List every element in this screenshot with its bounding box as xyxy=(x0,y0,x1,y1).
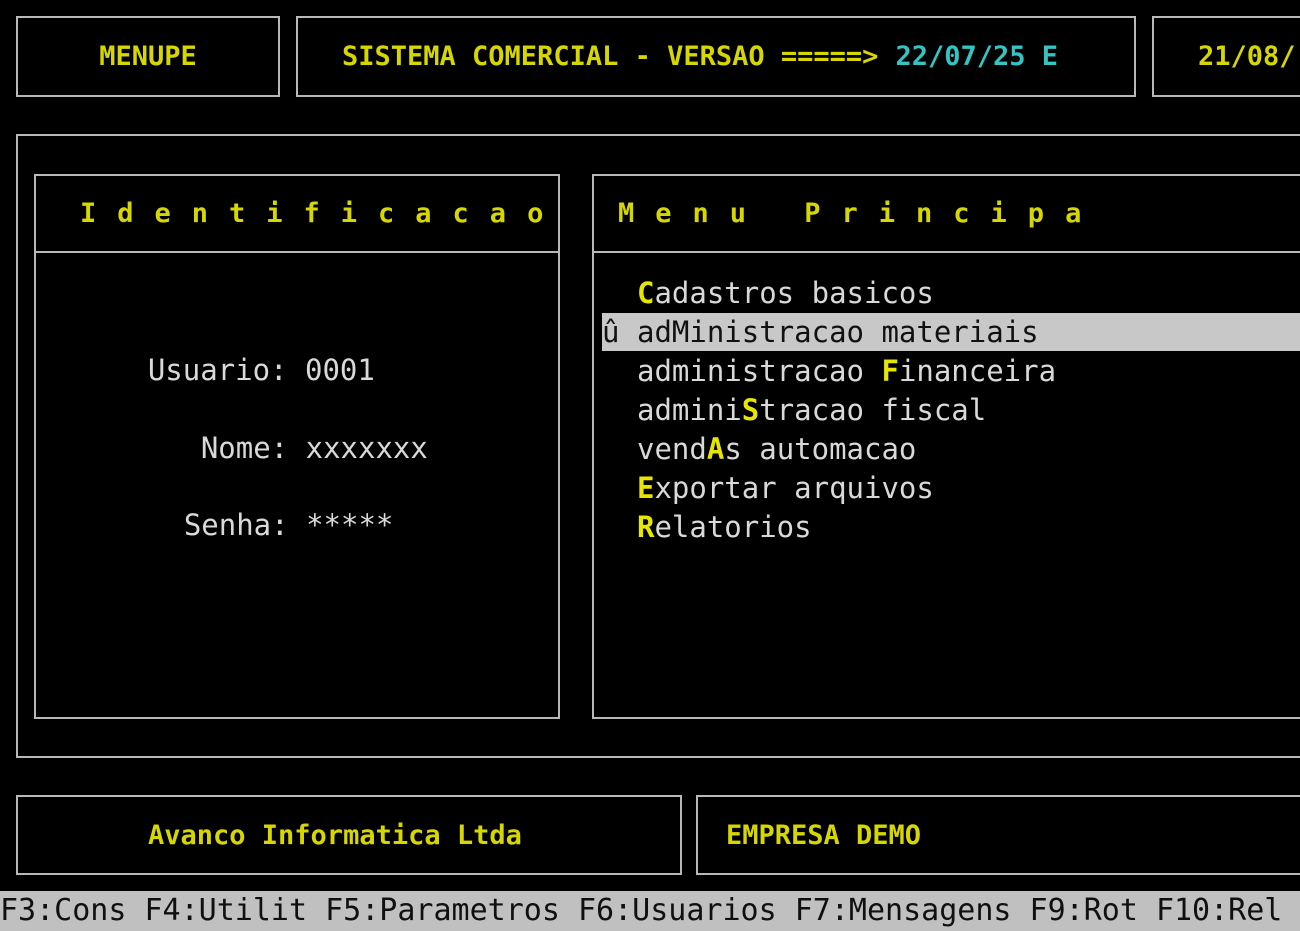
menu-title: Menu Principa xyxy=(618,198,1103,229)
menu-item[interactable]: administracao Financeira xyxy=(602,352,1300,390)
system-title-box: SISTEMA COMERCIAL - VERSAO =====> 22/07/… xyxy=(296,16,1136,97)
menu-item[interactable]: vendAs automacao xyxy=(602,430,1300,468)
menu-title-box: Menu Principa xyxy=(592,174,1300,253)
menu-item-hotkey: S xyxy=(741,393,760,427)
company-box: EMPRESA DEMO xyxy=(696,795,1300,875)
menu-item-text: inistracao materiais xyxy=(689,315,1039,349)
menu-item-hotkey: R xyxy=(637,510,655,544)
menu-item-text: xportar arquivos xyxy=(654,471,934,505)
menu-item[interactable]: Cadastros basicos xyxy=(602,274,1300,312)
menu-item-text: vend xyxy=(637,432,707,466)
program-name-box: MENUPE xyxy=(16,16,280,97)
selection-marker: û xyxy=(602,315,620,349)
menu-item-text: admini xyxy=(637,393,742,427)
menu-item-text: administracao xyxy=(637,354,882,388)
company-name: EMPRESA DEMO xyxy=(726,819,922,851)
menu-item[interactable]: Exportar arquivos xyxy=(602,469,1300,507)
user-value[interactable]: 0001 xyxy=(305,353,375,387)
vendor-name: Avanco Informatica Ltda xyxy=(148,819,522,851)
menu-item-hotkey: E xyxy=(637,471,655,505)
menu-item-hotkey: A xyxy=(706,432,725,466)
name-value[interactable]: xxxxxxx xyxy=(306,431,428,465)
identification-title: Identificacao xyxy=(80,198,565,229)
identification-panel: Usuario: 0001 Nome: xxxxxxx Senha: ***** xyxy=(34,251,560,719)
identification-title-box: Identificacao xyxy=(34,174,560,253)
password-label: Senha: xyxy=(183,508,289,542)
function-key-bar[interactable]: F3:Cons F4:Utilit F5:Parametros F6:Usuar… xyxy=(0,891,1300,931)
menu-item[interactable]: Relatorios xyxy=(602,508,1300,546)
program-name: MENUPE xyxy=(99,41,197,72)
menu-item-text: inanceira xyxy=(898,354,1057,388)
menu-item-text: ad xyxy=(637,315,672,349)
name-label: Nome: xyxy=(200,431,289,465)
vendor-box: Avanco Informatica Ltda xyxy=(16,795,682,875)
menu-item-hotkey: F xyxy=(881,354,899,388)
menu-item-text: elatorios xyxy=(654,510,812,544)
menu-item-text: s automacao xyxy=(724,432,917,466)
system-title: SISTEMA COMERCIAL - VERSAO =====> xyxy=(342,41,879,72)
menu-item-hotkey: M xyxy=(671,315,690,349)
menu-item[interactable]: adminiStracao fiscal xyxy=(602,391,1300,429)
current-date-box: 21/08/ xyxy=(1152,16,1300,97)
password-value[interactable]: ***** xyxy=(306,508,393,542)
menu-panel: Cadastros basicos û adMinistracao materiai… xyxy=(592,251,1300,719)
menu-item-text: tracao fiscal xyxy=(759,393,987,427)
user-label: Usuario: xyxy=(147,353,288,387)
menu-item-text: adastros basicos xyxy=(654,276,934,310)
current-date: 21/08/ xyxy=(1198,41,1296,72)
menu-item-hotkey: C xyxy=(637,276,655,310)
version-date: 22/07/25 E xyxy=(895,41,1058,72)
menu-item[interactable]: û adMinistracao materiais xyxy=(602,313,1300,351)
